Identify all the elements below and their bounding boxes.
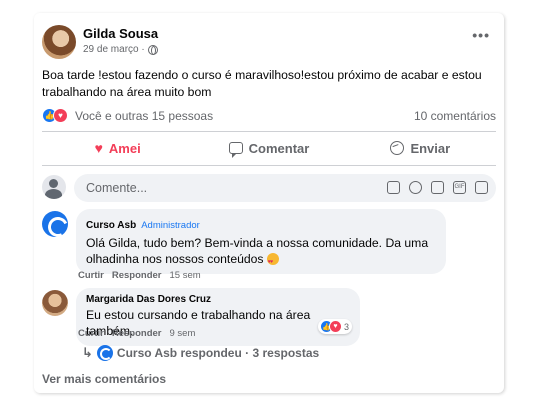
comments-count[interactable]: 10 comentários — [414, 109, 496, 123]
comment-icon — [228, 142, 243, 158]
author-name[interactable]: Gilda Sousa — [83, 26, 158, 41]
action-bar: ♥ Amei Comentar Enviar — [42, 137, 496, 159]
emoji-icon[interactable] — [409, 181, 422, 194]
comment-label: Comentar — [248, 140, 310, 156]
comment-text: Olá Gilda, tudo bem? Bem-vinda a nossa c… — [86, 235, 436, 270]
love-button[interactable]: ♥ Amei — [42, 137, 193, 159]
comment-reaction-count: 3 — [344, 321, 350, 332]
commenter-name[interactable]: Curso Asb — [86, 220, 136, 231]
reply-arrow-icon: ↳ — [82, 345, 93, 360]
post-card: Gilda Sousa 29 de março · ••• Boa tarde … — [34, 13, 504, 393]
see-more-comments-link[interactable]: Ver mais comentários — [42, 372, 166, 386]
divider — [42, 131, 496, 132]
commenter-avatar[interactable] — [42, 290, 68, 316]
avatar-sticker-icon[interactable] — [387, 181, 400, 194]
comment-like-button[interactable]: Curtir — [78, 270, 104, 281]
commenter-name[interactable]: Margarida Das Dores Cruz — [86, 294, 350, 305]
comment-item: Margarida Das Dores Cruz Eu estou cursan… — [42, 288, 496, 346]
reaction-icons: 👍 ♥ — [42, 108, 68, 123]
globe-icon — [147, 44, 158, 55]
gif-icon[interactable]: GIF — [453, 181, 466, 194]
heart-eyes-emoji-icon — [266, 253, 279, 270]
comment-item: Curso Asb Administrador Olá Gilda, tudo b… — [42, 209, 496, 274]
composer-icons: GIF — [387, 181, 488, 194]
replier-avatar — [96, 345, 113, 361]
comment-actions: Curtir Responder 15 sem — [78, 270, 201, 281]
comment-input[interactable]: Comente... GIF — [74, 174, 496, 202]
comment-actions: Curtir Responder 9 sem — [78, 328, 195, 339]
replies-text: Curso Asb respondeu · 3 respostas — [116, 346, 320, 360]
love-reaction-icon: ♥ — [53, 108, 68, 123]
author-avatar[interactable] — [42, 25, 76, 59]
more-options-button[interactable]: ••• — [472, 27, 490, 43]
divider — [42, 165, 496, 166]
post-header: Gilda Sousa 29 de março · ••• — [42, 23, 496, 63]
comment-placeholder: Comente... — [86, 181, 148, 195]
comment-composer: Comente... GIF — [42, 174, 496, 202]
comment-reply-button[interactable]: Responder — [112, 328, 162, 339]
comment-time[interactable]: 9 sem — [170, 328, 196, 339]
comment-reactions[interactable]: 👍 ♥ 3 — [318, 319, 353, 334]
post-text: Boa tarde !estou fazendo o curso é marav… — [42, 68, 482, 99]
view-replies-link[interactable]: ↳ Curso Asb respondeu · 3 respostas — [82, 345, 319, 361]
reactions-text[interactable]: Você e outras 15 pessoas — [75, 109, 213, 123]
comment-header: Curso Asb Administrador — [86, 215, 436, 233]
admin-badge: Administrador — [141, 220, 200, 231]
reactions-summary[interactable]: 👍 ♥ Você e outras 15 pessoas 10 comentár… — [42, 107, 496, 125]
love-reaction-icon: ♥ — [329, 320, 342, 333]
heart-icon: ♥ — [94, 140, 103, 156]
comment-button[interactable]: Comentar — [193, 137, 344, 159]
comment-bubble: Curso Asb Administrador Olá Gilda, tudo b… — [76, 209, 446, 274]
post-date[interactable]: 29 de março · — [83, 44, 145, 55]
love-label: Amei — [108, 140, 141, 156]
sticker-icon[interactable] — [475, 181, 488, 194]
share-button[interactable]: Enviar — [345, 137, 496, 159]
comment-body: Olá Gilda, tudo bem? Bem-vinda a nossa c… — [86, 236, 429, 266]
camera-icon[interactable] — [431, 181, 444, 194]
post-meta: 29 de março · — [83, 44, 158, 55]
commenter-avatar[interactable] — [42, 211, 68, 237]
current-user-avatar[interactable] — [42, 175, 66, 199]
messenger-icon — [390, 141, 405, 155]
comment-reply-button[interactable]: Responder — [112, 270, 162, 281]
comment-like-button[interactable]: Curtir — [78, 328, 104, 339]
comment-time[interactable]: 15 sem — [170, 270, 201, 281]
share-label: Enviar — [410, 140, 451, 156]
